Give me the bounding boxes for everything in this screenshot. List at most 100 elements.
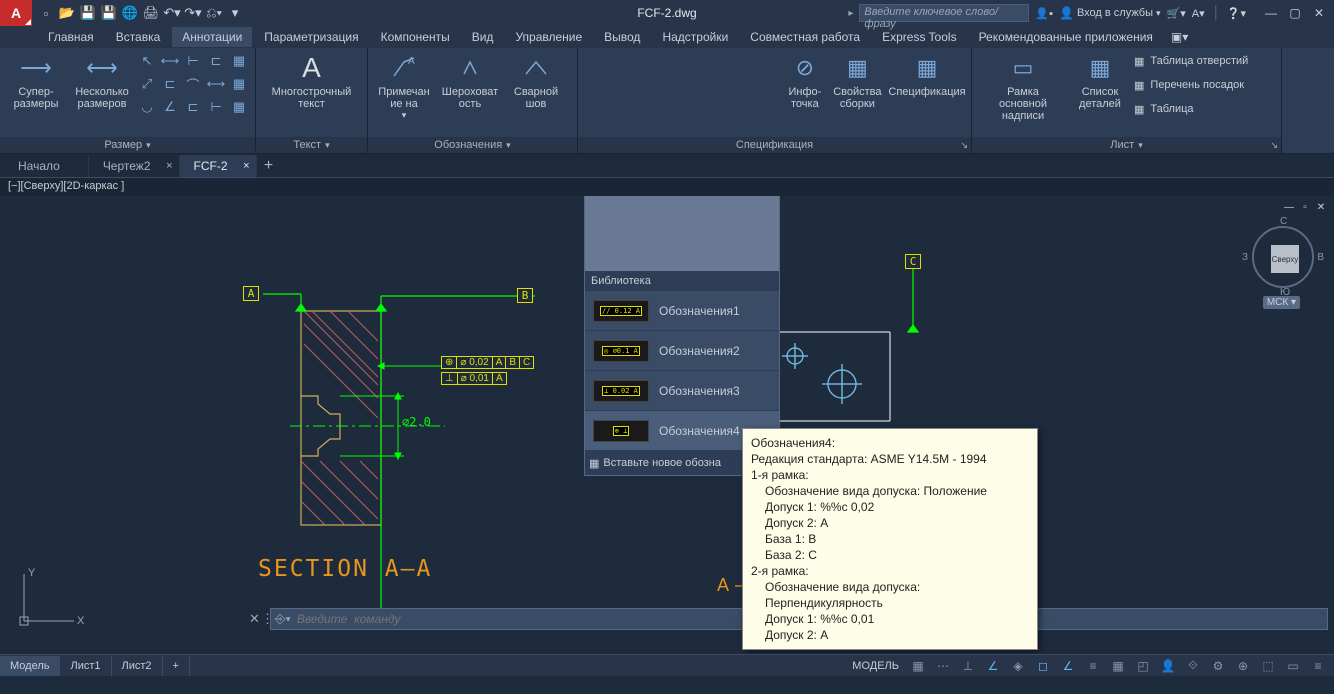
- tab-addins[interactable]: Надстройки: [652, 27, 738, 47]
- dd-item-3[interactable]: ⊥ 0.02 A Обозначения3: [585, 371, 779, 411]
- dim-tool-icon[interactable]: ▦: [228, 73, 250, 95]
- multi-dim-button[interactable]: ⟷ Несколько размеров: [70, 50, 134, 112]
- cart-icon[interactable]: 🛒▾: [1167, 7, 1186, 20]
- app-switcher-icon[interactable]: A▾: [1192, 7, 1205, 20]
- dim-tool-icon[interactable]: ⟷: [159, 50, 181, 72]
- panel-title-bom[interactable]: Спецификация↘: [578, 137, 971, 153]
- dim-tool-icon[interactable]: ⤢: [136, 73, 158, 95]
- qat-plot-icon[interactable]: 🖨: [141, 3, 161, 23]
- qat-save-icon[interactable]: 💾: [78, 3, 98, 23]
- tab-extra-icon[interactable]: ▣▾: [1165, 27, 1194, 47]
- tab-featured[interactable]: Рекомендованные приложения: [969, 27, 1163, 47]
- doc-tab-fcf2[interactable]: FCF-2×: [180, 155, 257, 177]
- app-logo[interactable]: A: [0, 0, 32, 26]
- cmd-close-icon[interactable]: ✕: [249, 611, 260, 627]
- sb-osnap-icon[interactable]: ◻: [1031, 656, 1055, 676]
- dim-tool-icon[interactable]: ⌒: [182, 73, 204, 95]
- view-cube[interactable]: С Ю В З Сверху: [1252, 226, 1314, 288]
- table-button[interactable]: ▦Таблица: [1130, 98, 1252, 120]
- mtext-button[interactable]: A Многострочный текст: [260, 50, 363, 112]
- qat-share-icon[interactable]: ⎌▾: [204, 3, 224, 23]
- bom-button[interactable]: ▦ Спецификация: [887, 50, 967, 100]
- qat-redo-icon[interactable]: ↷▾: [183, 3, 203, 23]
- wcs-label[interactable]: МСК ▾: [1263, 296, 1300, 309]
- sb-units-icon[interactable]: ⬚: [1256, 656, 1280, 676]
- balloon-button[interactable]: ⊘ Инфо- точка: [782, 50, 828, 112]
- sb-transparency-icon[interactable]: ▦: [1106, 656, 1130, 676]
- vp-close-icon[interactable]: ✕: [1314, 200, 1328, 214]
- sb-custom-icon[interactable]: ≡: [1306, 656, 1330, 676]
- layout-tab-2[interactable]: Лист2: [112, 656, 163, 676]
- tab-annotations[interactable]: Аннотации: [172, 27, 252, 47]
- super-dim-button[interactable]: ⟶ Супер- размеры: [4, 50, 68, 112]
- sb-cycling-icon[interactable]: ◰: [1131, 656, 1155, 676]
- tab-insert[interactable]: Вставка: [106, 27, 171, 47]
- surface-button[interactable]: Шероховат ость: [438, 50, 502, 112]
- hole-table-button[interactable]: ▦Таблица отверстий: [1130, 50, 1252, 72]
- assembly-props-button[interactable]: ▦ Свойства сборки: [830, 50, 885, 112]
- dim-tool-icon[interactable]: ⊏: [159, 73, 181, 95]
- drawing-canvas[interactable]: — ▫ ✕ С Ю В З Сверху МСК ▾: [0, 196, 1334, 654]
- fcf-frame-2[interactable]: ⊥ ⌀ 0,01 A: [441, 372, 507, 385]
- panel-title-text[interactable]: Текст▾: [256, 137, 367, 153]
- parts-list-button[interactable]: ▦ Список деталей: [1072, 50, 1128, 112]
- help-icon[interactable]: ❔▾: [1227, 7, 1246, 20]
- dim-tool-icon[interactable]: ▦: [228, 96, 250, 118]
- dd-item-2[interactable]: ◎ ⌀0.1 A Обозначения2: [585, 331, 779, 371]
- doc-tab-drawing2[interactable]: Чертеж2×: [89, 155, 180, 177]
- sb-annot-icon[interactable]: 👤: [1156, 656, 1180, 676]
- qat-web-icon[interactable]: 🌐: [120, 3, 140, 23]
- datum-a[interactable]: A: [243, 286, 259, 301]
- tab-manage[interactable]: Управление: [505, 27, 592, 47]
- vp-min-icon[interactable]: —: [1282, 200, 1296, 214]
- fcf-frame-1[interactable]: ⊕ ⌀ 0,02 A B C: [441, 356, 534, 369]
- sb-grid-icon[interactable]: ▦: [906, 656, 930, 676]
- note-button[interactable]: A Примечан ие на ▾: [372, 50, 436, 123]
- dim-tool-icon[interactable]: ◡: [136, 96, 158, 118]
- sb-snap-icon[interactable]: ⋯: [931, 656, 955, 676]
- close-icon[interactable]: ×: [166, 160, 172, 172]
- qat-undo-icon[interactable]: ↶▾: [162, 3, 182, 23]
- sb-otrack-icon[interactable]: ∠: [1056, 656, 1080, 676]
- viewcube-face[interactable]: Сверху: [1271, 245, 1299, 273]
- panel-title-symbols[interactable]: Обозначения▾: [368, 137, 577, 153]
- fits-list-button[interactable]: ▦Перечень посадок: [1130, 74, 1252, 96]
- sb-workspace-icon[interactable]: ⚙: [1206, 656, 1230, 676]
- panel-title-sheet[interactable]: Лист▾↘: [972, 137, 1281, 153]
- qat-open-icon[interactable]: 📂: [57, 3, 77, 23]
- layout-tab-add[interactable]: +: [163, 656, 190, 676]
- sb-clean-icon[interactable]: ▭: [1281, 656, 1305, 676]
- dim-tool-icon[interactable]: ⊏: [182, 96, 204, 118]
- sb-monitor-icon[interactable]: ⊕: [1231, 656, 1255, 676]
- tab-view[interactable]: Вид: [462, 27, 504, 47]
- tab-home[interactable]: Главная: [38, 27, 104, 47]
- dimension-text[interactable]: ⌀2.0: [402, 415, 431, 429]
- sb-ortho-icon[interactable]: ⊥: [956, 656, 980, 676]
- sb-iso-icon[interactable]: ◈: [1006, 656, 1030, 676]
- sb-lwt-icon[interactable]: ≡: [1081, 656, 1105, 676]
- cmd-handle-icon[interactable]: ⋮: [261, 611, 274, 627]
- close-button[interactable]: ✕: [1308, 4, 1330, 22]
- dim-tool-icon[interactable]: ⟷: [205, 73, 227, 95]
- panel-title-dimension[interactable]: Размер▾: [0, 137, 255, 153]
- tab-collaborate[interactable]: Совместная работа: [740, 27, 870, 47]
- viewport-label[interactable]: [−][Сверху][2D-каркас ]: [0, 178, 1334, 196]
- title-block-button[interactable]: ▭ Рамка основной надписи: [976, 50, 1070, 124]
- layout-tab-model[interactable]: Модель: [0, 656, 60, 676]
- close-icon[interactable]: ×: [243, 160, 249, 172]
- qat-saveas-icon[interactable]: 💾: [99, 3, 119, 23]
- tab-express[interactable]: Express Tools: [872, 27, 966, 47]
- sb-polar-icon[interactable]: ∠: [981, 656, 1005, 676]
- doc-tab-start[interactable]: Начало: [4, 155, 89, 177]
- minimize-button[interactable]: —: [1260, 4, 1282, 22]
- tab-components[interactable]: Компоненты: [371, 27, 460, 47]
- qat-more-icon[interactable]: ▾: [225, 3, 245, 23]
- dim-tool-icon[interactable]: ⊏: [205, 50, 227, 72]
- weld-button[interactable]: Сварной шов: [504, 50, 568, 112]
- qat-new-icon[interactable]: ▫: [36, 3, 56, 23]
- dim-tool-icon[interactable]: ▦: [228, 50, 250, 72]
- dim-tool-icon[interactable]: ⊢: [205, 96, 227, 118]
- tab-output[interactable]: Вывод: [594, 27, 650, 47]
- maximize-button[interactable]: ▢: [1284, 4, 1306, 22]
- tab-parametric[interactable]: Параметризация: [254, 27, 368, 47]
